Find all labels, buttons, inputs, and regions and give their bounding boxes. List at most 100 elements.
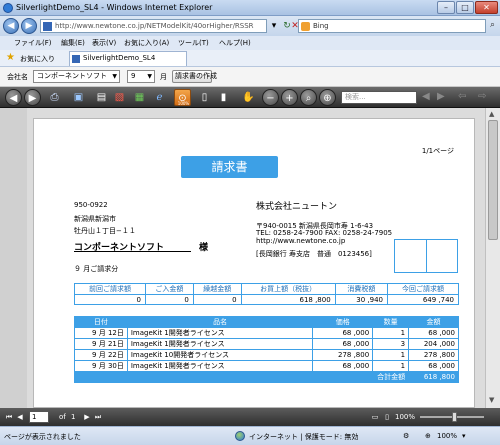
- table-row: 9 月 21日 ImageKit 1開発者ライセンス 68 ,000 3 204…: [74, 338, 459, 350]
- save-icon[interactable]: ▣: [70, 89, 87, 106]
- detail-table: 日付 品名 価格 数量 金額 9 月 12日 ImageKit 1開発者ライセン…: [73, 316, 459, 383]
- status-zoom-icon[interactable]: ⊕: [425, 432, 431, 440]
- summary-value: 30 ,940: [334, 294, 389, 305]
- detail-date: 9 月 12日: [74, 327, 128, 339]
- company-select[interactable]: コンポーネントソフト ▼: [33, 70, 120, 83]
- total-value: 618 ,800: [408, 371, 459, 383]
- menu-view[interactable]: 表示(V): [92, 38, 116, 48]
- bing-icon: [301, 22, 310, 31]
- summary-value: 0: [192, 294, 242, 305]
- viewer-search-input[interactable]: 検索...: [341, 91, 417, 104]
- status-zoom[interactable]: 100%: [437, 432, 457, 440]
- search-input[interactable]: Bing: [298, 19, 486, 33]
- thumbnail-pane: [0, 108, 27, 408]
- page-total: 1: [71, 413, 76, 421]
- ie-icon: [3, 3, 13, 13]
- search-placeholder: Bing: [313, 22, 329, 30]
- detail-qty: 1: [372, 349, 410, 361]
- total-row: 合計金額 618 ,800: [73, 371, 459, 383]
- zoom-level: 100%: [395, 413, 416, 421]
- minimize-button[interactable]: –: [437, 1, 455, 14]
- page-number-input[interactable]: 1: [29, 411, 49, 423]
- export-web-icon[interactable]: ℯ: [151, 89, 168, 106]
- zoom-fit-icon[interactable]: ⌕: [300, 89, 317, 106]
- search-prev-icon[interactable]: ◀: [422, 91, 430, 102]
- honorific: 様: [199, 243, 209, 253]
- status-security-icon[interactable]: ⚙: [403, 432, 409, 440]
- detail-item: ImageKit 1開発者ライセンス: [126, 338, 314, 350]
- maximize-button[interactable]: □: [456, 1, 474, 14]
- security-zone: インターネット | 保護モード: 無効: [249, 433, 359, 441]
- menu-favorites[interactable]: お気に入り(A): [124, 38, 169, 48]
- search-next-icon[interactable]: ▶: [437, 91, 445, 102]
- export-excel-icon[interactable]: ▦: [131, 89, 148, 106]
- summary-header: 前回ご請求額: [74, 283, 146, 295]
- summary-value: 0: [144, 294, 194, 305]
- next-page-icon[interactable]: ▶: [82, 411, 92, 423]
- tab-title: SilverlightDemo_SL4: [83, 54, 156, 62]
- zoom-100-button[interactable]: ⊙ 100%: [174, 89, 191, 106]
- window-title: SilverlightDemo_SL4 - Windows Internet E…: [16, 3, 213, 12]
- vertical-scrollbar[interactable]: ▲ ▼: [485, 108, 500, 408]
- favorites-bar: ★ お気に入り SilverlightDemo_SL4: [0, 50, 500, 67]
- detail-header: 数量: [372, 316, 410, 328]
- menu-tools[interactable]: ツール(T): [178, 38, 209, 48]
- single-page-view-icon[interactable]: ▭: [370, 411, 380, 423]
- month-label: 月: [160, 73, 167, 81]
- back-icon[interactable]: ◀: [3, 18, 19, 34]
- first-page-icon[interactable]: ⏮: [4, 411, 14, 423]
- print-icon[interactable]: ⎙: [46, 89, 63, 106]
- detail-qty: 1: [372, 360, 410, 372]
- close-button[interactable]: ✕: [475, 1, 498, 14]
- browser-tab[interactable]: SilverlightDemo_SL4: [69, 51, 187, 66]
- viewer-forward-icon[interactable]: ▶: [24, 89, 41, 106]
- favorites-button[interactable]: お気に入り: [20, 54, 55, 64]
- hand-tool-icon[interactable]: ✋: [240, 89, 257, 106]
- compat-dropdown-icon[interactable]: ▾: [268, 20, 280, 32]
- detail-amount: 68 ,000: [408, 327, 459, 339]
- detail-item: ImageKit 10開発者ライセンス: [126, 349, 314, 361]
- detail-price: 68 ,000: [312, 327, 374, 339]
- export-pdf-icon[interactable]: ▧: [111, 89, 128, 106]
- month-select[interactable]: 9 ▼: [127, 70, 155, 83]
- menu-bar: ファイル(F) 編集(E) 表示(V) お気に入り(A) ツール(T) ヘルプ(…: [0, 36, 500, 50]
- site-icon: [43, 22, 52, 31]
- detail-qty: 3: [372, 338, 410, 350]
- issuer-company: 株式会社ニュートン: [256, 202, 338, 212]
- summary-header: ご入金額: [144, 283, 194, 295]
- zoom-in-icon[interactable]: +: [281, 89, 298, 106]
- search-back-arrow-icon[interactable]: ⇦: [458, 91, 466, 102]
- viewer-back-icon[interactable]: ◀: [5, 89, 22, 106]
- customer-address-1: 新潟県新潟市: [74, 215, 116, 223]
- customer-address-2: 牡丹山１丁目−１１: [74, 227, 136, 235]
- export-image-icon[interactable]: ▤: [93, 89, 110, 106]
- last-page-icon[interactable]: ⏭: [93, 411, 103, 423]
- zoom-select-icon[interactable]: ⊕: [319, 89, 336, 106]
- prev-page-icon[interactable]: ◀: [15, 411, 25, 423]
- search-forward-arrow-icon[interactable]: ⇨: [478, 91, 486, 102]
- forward-icon[interactable]: ▶: [21, 18, 37, 34]
- table-row: 9 月 30日 ImageKit 1開発者ライセンス 68 ,000 1 68 …: [74, 360, 459, 372]
- url-input[interactable]: http://www.newtone.co.jp/NETModelKit/40o…: [40, 19, 267, 33]
- zoom-slider-knob[interactable]: [452, 412, 457, 422]
- zoom-dropdown-icon[interactable]: ▾: [462, 432, 466, 440]
- summary-header: 消費税額: [334, 283, 389, 295]
- create-invoice-button[interactable]: 請求書の作成: [172, 70, 217, 83]
- summary-value: 618 ,800: [240, 294, 336, 305]
- favorites-star-icon[interactable]: ★: [6, 52, 15, 63]
- zoom-out-icon[interactable]: −: [262, 89, 279, 106]
- summary-value: 0: [74, 294, 146, 305]
- menu-file[interactable]: ファイル(F): [14, 38, 52, 48]
- scroll-thumb[interactable]: [488, 120, 498, 240]
- menu-edit[interactable]: 編集(E): [61, 38, 85, 48]
- search-go-icon[interactable]: ⌕: [487, 19, 498, 33]
- detail-amount: 204 ,000: [408, 338, 459, 350]
- menu-help[interactable]: ヘルプ(H): [219, 38, 251, 48]
- zoom-100-label: 100%: [177, 101, 190, 106]
- multi-page-icon[interactable]: ▮: [215, 89, 232, 106]
- two-page-view-icon[interactable]: ▯: [382, 411, 392, 423]
- summary-value-row: 0 0 0 618 ,800 30 ,940 649 ,740: [74, 294, 459, 305]
- scroll-up-icon[interactable]: ▲: [489, 110, 494, 118]
- scroll-down-icon[interactable]: ▼: [489, 396, 494, 404]
- single-page-icon[interactable]: ▯: [196, 89, 213, 106]
